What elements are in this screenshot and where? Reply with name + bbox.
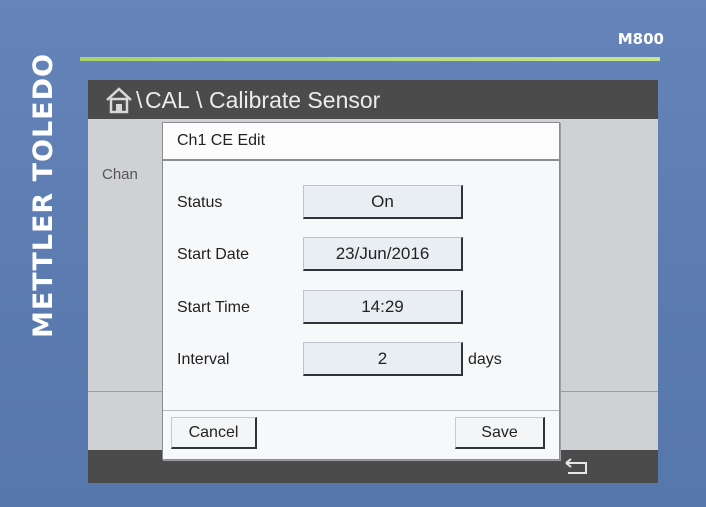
status-field[interactable]: On (303, 185, 463, 219)
breadcrumb-separator: \ (136, 87, 143, 113)
title-bar: \ CAL \ Calibrate Sensor (88, 80, 658, 119)
status-value: On (371, 191, 394, 211)
start-date-field[interactable]: 23/Jun/2016 (303, 237, 463, 271)
dialog-title: Ch1 CE Edit (177, 132, 266, 149)
status-label: Status (177, 194, 223, 211)
brand-name: METTLER TOLEDO (27, 52, 59, 338)
start-time-field[interactable]: 14:29 (303, 290, 463, 324)
model-label: M800 (617, 30, 664, 48)
interval-field[interactable]: 2 (303, 342, 463, 376)
start-time-label: Start Time (177, 299, 250, 316)
accent-line (80, 57, 660, 61)
home-icon[interactable] (104, 86, 134, 114)
back-arrow-icon[interactable] (562, 457, 592, 477)
dialog-footer-divider (163, 410, 559, 411)
breadcrumb-cal[interactable]: CAL (145, 87, 190, 114)
interval-value: 2 (377, 348, 388, 368)
interval-label: Interval (177, 351, 230, 368)
brand-logo: METTLER TOLEDO (24, 53, 62, 338)
breadcrumb-separator: \ (196, 87, 203, 113)
dialog-header: Ch1 CE Edit (163, 123, 559, 161)
save-button[interactable]: Save (455, 417, 545, 449)
display-screen: \ CAL \ Calibrate Sensor Chan Ch1 CE Edi… (88, 80, 658, 483)
background-channel-label: Chan (102, 166, 138, 183)
edit-dialog: Ch1 CE Edit Status On Start Date 23/Jun/… (162, 122, 560, 460)
page-title: Calibrate Sensor (209, 87, 381, 113)
interval-unit: days (468, 351, 502, 368)
cancel-button[interactable]: Cancel (171, 417, 257, 449)
start-time-value: 14:29 (361, 296, 404, 316)
device-bezel: METTLER TOLEDO M800 \ CAL \ Calibrate Se… (0, 0, 706, 507)
start-date-value: 23/Jun/2016 (335, 243, 430, 263)
start-date-label: Start Date (177, 246, 250, 263)
